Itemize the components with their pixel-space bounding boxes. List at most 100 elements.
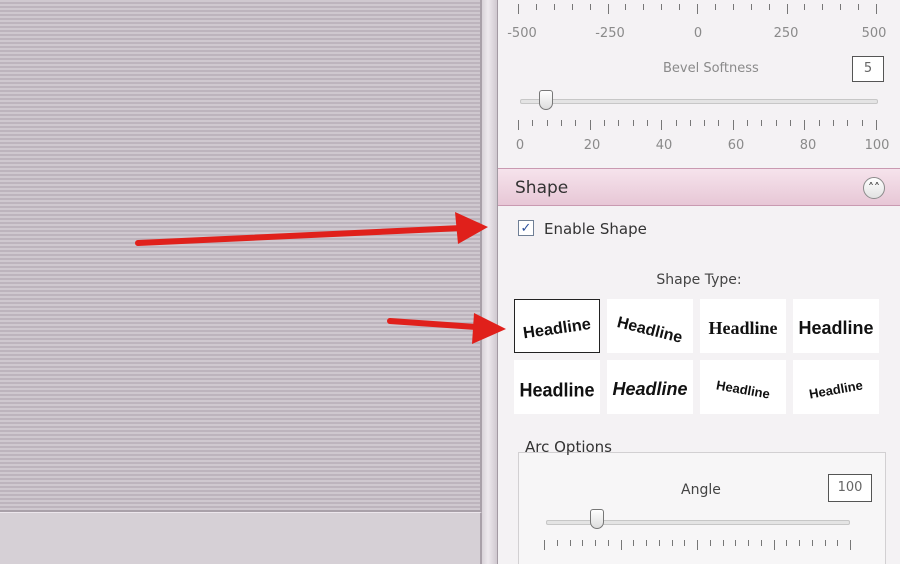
- ruler-tick: [786, 4, 788, 14]
- shape-tile-text: Headline: [808, 377, 864, 401]
- shape-type-tile-flat-bold[interactable]: Headline: [793, 299, 879, 353]
- offset-scale-label: 500: [861, 26, 887, 41]
- panel-splitter[interactable]: [482, 0, 498, 564]
- ruler-tick: [818, 120, 820, 126]
- ruler-tick: [799, 540, 800, 546]
- shape-type-tile-bulge[interactable]: Headline: [514, 360, 600, 414]
- ruler-tick: [735, 540, 737, 546]
- ruler-tick: [850, 540, 851, 550]
- ruler-tick: [571, 4, 573, 10]
- double-chevron-up-icon[interactable]: ˄˄: [863, 177, 885, 199]
- shape-type-tile-arc-up[interactable]: Headline: [514, 299, 600, 353]
- ruler-tick: [633, 540, 635, 546]
- angle-slider-thumb[interactable]: [590, 509, 604, 529]
- ruler-tick: [840, 4, 842, 10]
- ruler-tick: [569, 540, 571, 546]
- shape-type-tile-wave-down[interactable]: Headline: [700, 360, 786, 414]
- shape-tile-text: Headline: [798, 318, 873, 338]
- ruler-tick: [679, 4, 681, 10]
- ruler-tick: [535, 4, 537, 10]
- ruler-tick: [553, 4, 555, 10]
- ruler-tick: [876, 4, 877, 14]
- shape-section-header[interactable]: Shape ˄˄: [498, 168, 900, 206]
- offset-ruler: [518, 4, 877, 14]
- offset-scale-label: -500: [507, 26, 537, 41]
- shape-type-tile-wave-up[interactable]: Headline: [793, 360, 879, 414]
- ruler-tick: [684, 540, 686, 546]
- offset-scale-label: 0: [693, 26, 703, 41]
- offset-scale-label: 250: [773, 26, 799, 41]
- ruler-tick: [671, 540, 673, 546]
- ruler-tick: [876, 120, 877, 130]
- properties-panel: -500 -250 0 250 500 Bevel Softness 5 0 2…: [498, 0, 900, 564]
- ruler-tick: [811, 540, 813, 546]
- ruler-tick: [773, 540, 775, 550]
- ruler-tick: [722, 540, 724, 546]
- angle-ruler: [544, 540, 851, 550]
- ruler-tick: [546, 120, 548, 126]
- ruler-tick: [575, 120, 577, 126]
- ruler-tick: [786, 540, 788, 546]
- ruler-tick: [718, 120, 720, 126]
- softness-scale-label: 20: [583, 138, 601, 153]
- shape-type-tile-italic[interactable]: Headline: [607, 360, 693, 414]
- ruler-tick: [697, 540, 698, 550]
- bevel-softness-ruler: [518, 120, 877, 130]
- enable-shape-checkbox[interactable]: ✓: [518, 220, 534, 236]
- ruler-tick: [675, 120, 677, 126]
- ruler-tick: [732, 4, 734, 10]
- ruler-tick: [714, 4, 716, 10]
- shape-type-tile-rise[interactable]: Headline: [607, 299, 693, 353]
- angle-value[interactable]: 100: [828, 474, 872, 502]
- ruler-tick: [518, 120, 519, 130]
- shape-tile-text: Headline: [715, 377, 771, 401]
- ruler-tick: [747, 120, 749, 126]
- canvas-area[interactable]: [0, 0, 482, 512]
- ruler-tick: [620, 540, 622, 550]
- ruler-tick: [595, 540, 596, 546]
- ruler-tick: [582, 540, 584, 546]
- ruler-tick: [646, 540, 647, 546]
- ruler-tick: [704, 120, 706, 126]
- arc-options-label: Arc Options: [525, 438, 612, 456]
- bevel-softness-track[interactable]: [520, 99, 878, 104]
- ruler-tick: [760, 540, 762, 546]
- ruler-tick: [625, 4, 627, 10]
- ruler-tick: [847, 120, 849, 126]
- bevel-softness-slider-thumb[interactable]: [538, 90, 553, 110]
- ruler-tick: [804, 4, 806, 10]
- ruler-tick: [761, 120, 763, 126]
- ruler-tick: [518, 4, 519, 14]
- shape-section-title: Shape: [515, 178, 569, 198]
- shape-type-tile-flat-serif[interactable]: Headline: [700, 299, 786, 353]
- ruler-tick: [790, 120, 792, 126]
- ruler-tick: [768, 4, 770, 10]
- ruler-tick: [709, 540, 711, 546]
- softness-scale-label: 100: [864, 138, 890, 153]
- ruler-tick: [822, 4, 824, 10]
- ruler-tick: [858, 4, 860, 10]
- ruler-tick: [661, 120, 663, 130]
- ruler-tick: [560, 120, 562, 126]
- ruler-tick: [661, 4, 663, 10]
- ruler-tick: [532, 120, 534, 126]
- ruler-tick: [589, 120, 591, 130]
- ruler-tick: [632, 120, 634, 126]
- shape-type-label: Shape Type:: [656, 272, 742, 288]
- ruler-tick: [643, 4, 645, 10]
- offset-scale-label: -250: [595, 26, 625, 41]
- bevel-softness-value[interactable]: 5: [852, 56, 884, 82]
- ruler-tick: [837, 540, 839, 546]
- shape-tile-text: Headline: [520, 380, 595, 402]
- canvas-bottom-strip: [0, 512, 482, 564]
- softness-scale-label: 80: [799, 138, 817, 153]
- ruler-tick: [861, 120, 863, 126]
- ruler-tick: [689, 120, 691, 126]
- ruler-tick: [804, 120, 806, 130]
- enable-shape-label: Enable Shape: [544, 220, 647, 238]
- ruler-tick: [658, 540, 660, 546]
- softness-scale-label: 40: [655, 138, 673, 153]
- softness-scale-label: 0: [515, 138, 525, 153]
- ruler-tick: [775, 120, 777, 126]
- ruler-tick: [607, 4, 609, 14]
